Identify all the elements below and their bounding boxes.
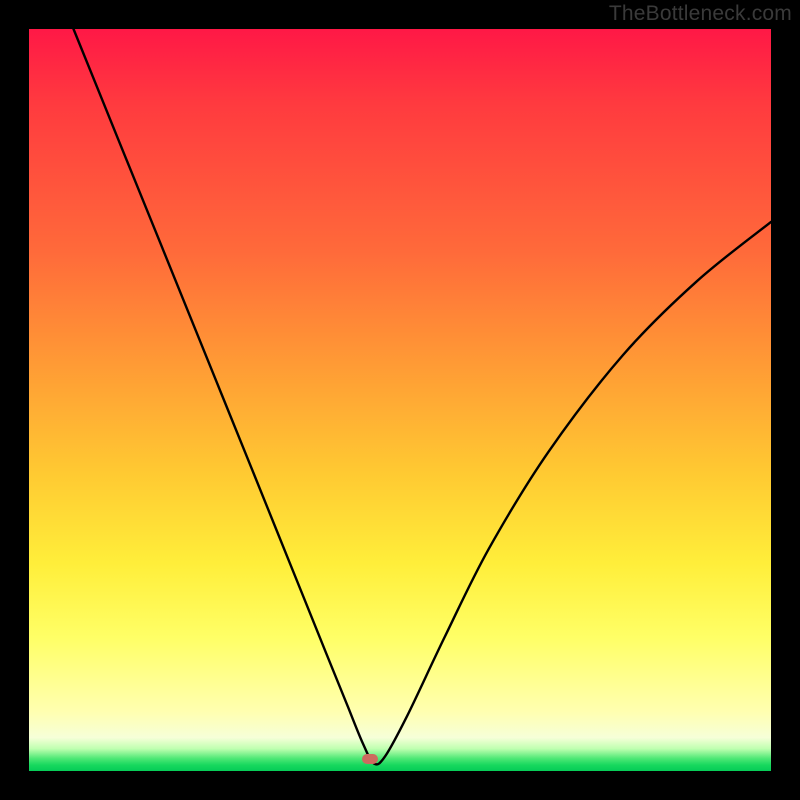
watermark-text: TheBottleneck.com — [609, 2, 792, 26]
optimal-point-marker — [362, 754, 378, 764]
plot-area — [29, 29, 771, 771]
bottleneck-curve — [29, 29, 771, 771]
curve-path — [74, 29, 772, 764]
chart-frame: TheBottleneck.com — [0, 0, 800, 800]
